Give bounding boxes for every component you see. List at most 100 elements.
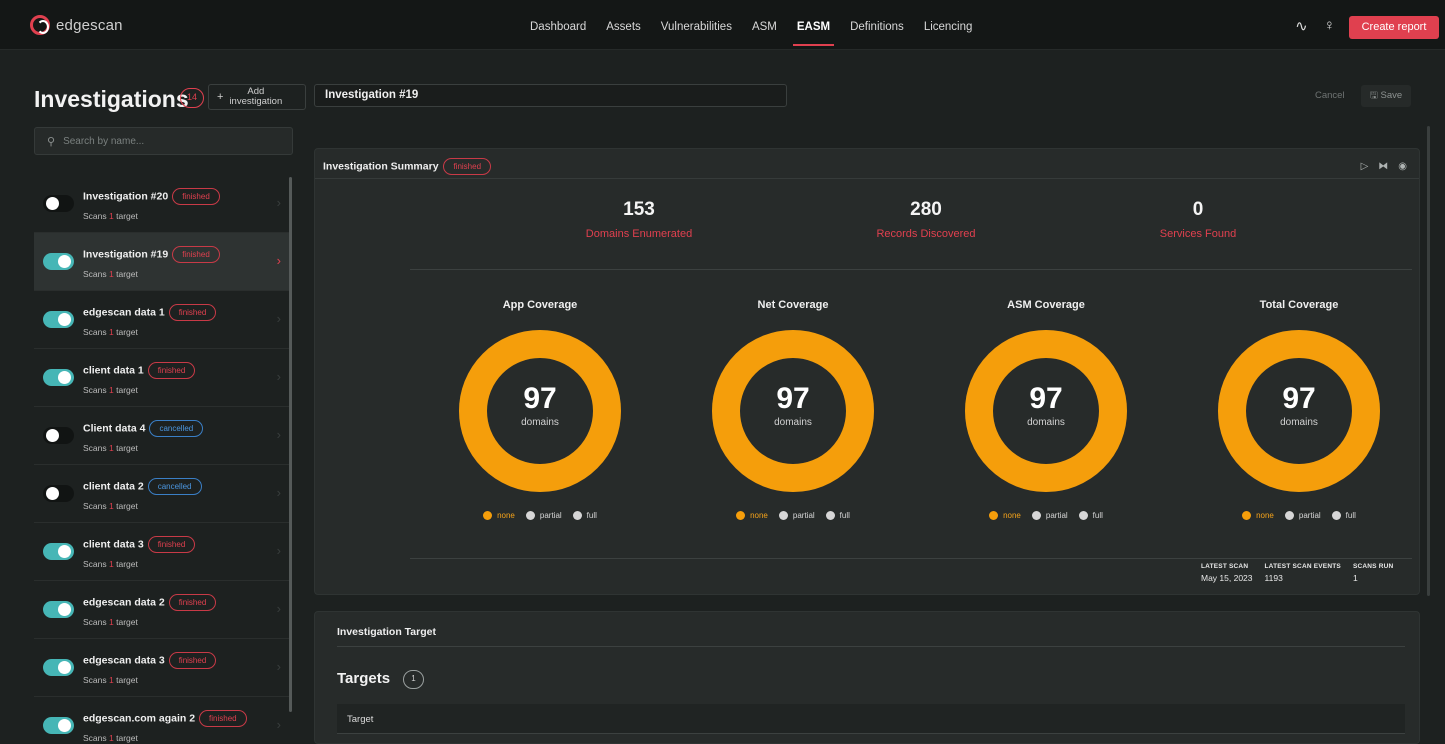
investigation-item-client-data-2[interactable]: client data 2 cancelled Scans 1 target ›: [34, 465, 289, 523]
meta-label: SCANS RUN: [1352, 563, 1394, 570]
meta-label: LATEST SCAN: [1201, 563, 1249, 570]
nav-licencing[interactable]: Licencing: [914, 0, 983, 50]
sub-count: 1: [109, 559, 114, 569]
create-report-button[interactable]: Create report: [1349, 16, 1439, 39]
save-button[interactable]: 🖫 Save: [1361, 85, 1411, 107]
legend-partial-label: partial: [792, 511, 815, 520]
investigation-item-edgescan-com-again-2[interactable]: edgescan.com again 2 finished Scans 1 tar…: [34, 697, 289, 744]
investigation-name: Client data 4: [83, 422, 146, 435]
sub-prefix: Scans: [83, 269, 107, 279]
investigation-name: edgescan data 3: [83, 654, 165, 667]
chevron-right-icon: ›: [276, 601, 281, 616]
chevron-right-icon: ›: [276, 659, 281, 674]
coverage-legend: none partial full: [440, 511, 640, 520]
nav-assets[interactable]: Assets: [596, 0, 651, 50]
nav-definitions[interactable]: Definitions: [840, 0, 914, 50]
investigation-item-client-data-4[interactable]: Client data 4 cancelled Scans 1 target ›: [34, 407, 289, 465]
chevron-right-icon: ›: [276, 253, 281, 268]
legend-dot-none: [736, 511, 746, 520]
sub-count: 1: [109, 675, 114, 685]
nav-dashboard[interactable]: Dashboard: [520, 0, 596, 50]
investigation-item-edgescan-data-2[interactable]: edgescan data 2 finished Scans 1 target ›: [34, 581, 289, 639]
chevron-right-icon: ›: [276, 543, 281, 558]
sub-prefix: Scans: [83, 327, 107, 337]
legend-full-label: full: [1345, 511, 1356, 520]
investigation-name: Investigation #19: [83, 248, 169, 261]
investigation-toggle[interactable]: [43, 427, 74, 444]
investigation-item-client-data-3[interactable]: client data 3 finished Scans 1 target ›: [34, 523, 289, 581]
coverage-title: ASM Coverage: [1007, 299, 1085, 311]
list-scrollbar[interactable]: [289, 177, 292, 712]
donut-value: 97: [1282, 382, 1316, 415]
cancel-button[interactable]: Cancel: [1315, 90, 1345, 101]
activity-icon[interactable]: ∿: [1295, 17, 1308, 35]
toggle-knob: [46, 487, 59, 500]
legend-dot-full: [572, 511, 582, 520]
legend-none: none: [989, 511, 1021, 520]
sub-prefix: Scans: [83, 501, 107, 511]
investigation-item-client-data-1[interactable]: client data 1 finished Scans 1 target ›: [34, 349, 289, 407]
investigation-toggle[interactable]: [43, 717, 74, 734]
legend-partial: partial: [1284, 511, 1321, 520]
summary-title-row: Investigation Summary finished: [323, 158, 492, 175]
play-icon[interactable]: ▷: [1361, 161, 1369, 172]
legend-dot-partial: [525, 511, 535, 520]
meta-value: 1193: [1264, 573, 1283, 583]
chevron-right-icon: ›: [276, 369, 281, 384]
main-scrollbar[interactable]: [1427, 126, 1430, 596]
summary-divider: [410, 558, 1412, 559]
investigation-list: Investigation #20 finished Scans 1 target…: [34, 175, 289, 744]
add-investigation-button[interactable]: + Add investigation: [208, 84, 306, 110]
chevron-right-icon: ›: [276, 311, 281, 326]
sub-suffix: target: [116, 385, 138, 395]
summary-actions: ▷ ⧓ ◉: [1361, 161, 1407, 172]
legend-none-label: none: [497, 511, 515, 520]
investigation-title-input[interactable]: Investigation #19: [314, 84, 787, 107]
legend-dot-full: [1078, 511, 1088, 520]
targets-count-badge: 1: [403, 670, 424, 689]
investigation-summary-card: Investigation Summary finished ▷ ⧓ ◉ 153…: [314, 148, 1420, 595]
nav-easm[interactable]: EASM: [787, 0, 840, 50]
investigation-subtitle: Scans 1 target: [83, 385, 138, 395]
nav-vulnerabilities[interactable]: Vulnerabilities: [651, 0, 742, 50]
sub-suffix: target: [116, 211, 138, 221]
search-box: ⚲: [34, 127, 293, 155]
meta-label: LATEST SCAN EVENTS: [1264, 563, 1341, 570]
investigation-toggle[interactable]: [43, 601, 74, 618]
sub-count: 1: [109, 443, 114, 453]
search-input[interactable]: [63, 135, 274, 147]
brand-logo[interactable]: edgescan: [30, 15, 123, 35]
coverage-net: Net Coverage 97 domains none partial ful…: [693, 299, 893, 520]
investigation-subtitle: Scans 1 target: [83, 559, 138, 569]
nav-asm[interactable]: ASM: [742, 0, 787, 50]
legend-dot-partial: [1284, 511, 1294, 520]
investigation-toggle[interactable]: [43, 543, 74, 560]
investigation-toggle[interactable]: [43, 311, 74, 328]
toggle-knob: [46, 197, 59, 210]
investigation-toggle[interactable]: [43, 485, 74, 502]
meta-latest-scan: LATEST SCAN May 15, 2023: [1201, 563, 1253, 583]
investigation-toggle[interactable]: [43, 195, 74, 212]
stat-value: 0: [1192, 199, 1204, 220]
investigation-item-edgescan-data-3[interactable]: edgescan data 3 finished Scans 1 target ›: [34, 639, 289, 697]
add-investigation-label: Add investigation: [229, 87, 282, 107]
toggle-knob: [58, 603, 71, 616]
investigation-item-20[interactable]: Investigation #20 finished Scans 1 target…: [34, 175, 289, 233]
investigation-item-19[interactable]: Investigation #19 finished Scans 1 target…: [34, 233, 289, 291]
investigation-item-edgescan-data-1[interactable]: edgescan data 1 finished Scans 1 target ›: [34, 291, 289, 349]
column-target[interactable]: Target: [347, 714, 373, 725]
eye-icon[interactable]: ◉: [1398, 161, 1407, 172]
sub-prefix: Scans: [83, 211, 107, 221]
investigation-subtitle: Scans 1 target: [83, 675, 138, 685]
investigation-toggle[interactable]: [43, 659, 74, 676]
summary-divider: [410, 269, 1412, 270]
investigation-toggle[interactable]: [43, 253, 74, 270]
user-icon[interactable]: ♀: [1324, 17, 1335, 35]
meta-scans-run: SCANS RUN 1: [1353, 563, 1393, 583]
investigation-name: edgescan data 2: [83, 596, 165, 609]
investigation-toggle[interactable]: [43, 369, 74, 386]
legend-full-label: full: [839, 511, 850, 520]
toggle-knob: [58, 545, 71, 558]
sub-suffix: target: [116, 327, 138, 337]
broadcast-icon[interactable]: ⧓: [1378, 161, 1388, 172]
